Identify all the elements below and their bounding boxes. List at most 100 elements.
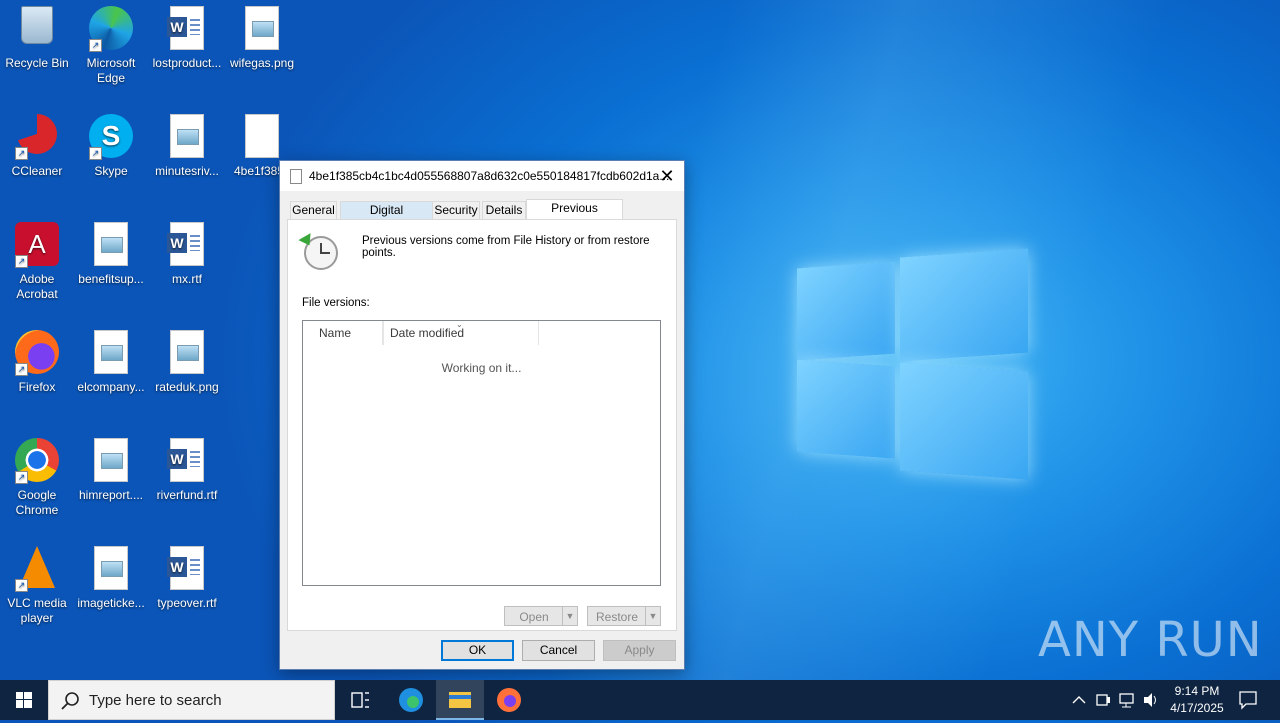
taskbar-search-box[interactable]: Type here to search: [48, 680, 335, 720]
edge-icon: [399, 688, 423, 712]
show-hidden-icons-button[interactable]: [1068, 680, 1090, 720]
network-icon: [1119, 693, 1134, 708]
tab-previous-versions[interactable]: Previous Versions: [526, 199, 623, 232]
restore-split-button[interactable]: Restore ▼: [587, 606, 661, 626]
word-doc-icon: [165, 6, 209, 52]
desktop-icon-label: lostproduct...: [152, 56, 222, 70]
desktop-icon-label: Recycle Bin: [5, 56, 69, 70]
desktop-icon-riverfund[interactable]: riverfund.rtf: [149, 432, 225, 503]
image-file-icon: [165, 114, 209, 160]
start-button[interactable]: [0, 680, 48, 720]
chevron-up-icon: [1072, 696, 1086, 704]
column-header-name[interactable]: Name: [313, 321, 383, 345]
task-view-button[interactable]: [336, 680, 384, 720]
desktop-icon-elcompany[interactable]: elcompany...: [73, 324, 149, 395]
desktop-icon-label: typeover.rtf: [157, 596, 217, 610]
anyrun-watermark: ANY RUN: [1038, 612, 1263, 668]
chevron-down-icon[interactable]: ▼: [645, 607, 660, 625]
windows-start-icon: [16, 692, 32, 708]
desktop-icon-skype[interactable]: S ↗ Skype: [73, 108, 149, 179]
desktop-icon-label: Firefox: [18, 380, 56, 394]
loading-status: Working on it...: [441, 361, 522, 375]
desktop-icon-minutesriv[interactable]: minutesriv...: [149, 108, 225, 179]
task-view-icon: [351, 692, 369, 708]
open-split-button[interactable]: Open ▼: [504, 606, 578, 626]
desktop-icon-mx-rtf[interactable]: mx.rtf: [149, 216, 225, 287]
desktop-icon-label: riverfund.rtf: [156, 488, 218, 502]
meet-now-button[interactable]: [1092, 680, 1114, 720]
chevron-down-icon[interactable]: ▼: [562, 607, 577, 625]
taskbar-firefox-button[interactable]: [485, 680, 533, 720]
volume-button[interactable]: [1140, 680, 1162, 720]
file-versions-label: File versions:: [302, 297, 370, 309]
desktop-icon-label: mx.rtf: [172, 272, 202, 286]
taskbar-file-explorer-button[interactable]: [436, 680, 484, 720]
desktop-icon-label: himreport....: [78, 488, 144, 502]
ok-button[interactable]: OK: [441, 640, 514, 661]
word-doc-icon: [165, 222, 209, 268]
ccleaner-icon: ↗: [15, 114, 59, 160]
cancel-button[interactable]: Cancel: [522, 640, 595, 661]
image-file-icon: [240, 6, 284, 52]
image-file-icon: [165, 330, 209, 376]
desktop-icon-label: CCleaner: [11, 164, 63, 178]
network-button[interactable]: [1116, 680, 1138, 720]
dialog-title: 4be1f385cb4c1bc4d055568807a8d632c0e55018…: [309, 169, 670, 183]
windows-wallpaper-logo: [797, 243, 1029, 480]
desktop-icon-rateduk[interactable]: rateduk.png: [149, 324, 225, 395]
desktop-icon-label: imageticke...: [77, 596, 145, 610]
image-file-icon: [89, 330, 133, 376]
taskbar: Type here to search 9:14 PM 4/17/2025: [0, 680, 1280, 720]
tab-digital-signatures[interactable]: Digital Signatures: [340, 201, 433, 234]
desktop-icon-label: rateduk.png: [155, 380, 219, 394]
desktop-icon-label: benefitsup...: [78, 272, 144, 286]
desktop-icon-himreport[interactable]: himreport....: [73, 432, 149, 503]
taskbar-clock[interactable]: 9:14 PM 4/17/2025: [1160, 683, 1234, 717]
desktop-icon-recycle-bin[interactable]: Recycle Bin: [0, 0, 75, 71]
desktop-icon-label: elcompany...: [77, 380, 145, 394]
desktop-icon-typeover[interactable]: typeover.rtf: [149, 540, 225, 611]
recycle-bin-icon: [15, 6, 59, 52]
folder-icon: [449, 692, 471, 708]
desktop-icon-label: wifegas.png: [229, 56, 295, 70]
desktop-icon-label: Microsoft Edge: [86, 56, 136, 85]
acrobat-icon: A ↗: [15, 222, 59, 268]
sort-arrow-icon: ⌄: [456, 320, 463, 329]
search-placeholder: Type here to search: [89, 692, 222, 709]
desktop-icon-google-chrome[interactable]: ↗ Google Chrome: [0, 432, 75, 518]
desktop-icon-benefitsup[interactable]: benefitsup...: [73, 216, 149, 287]
firefox-icon: ↗: [15, 330, 59, 376]
desktop-icon-lostproduct[interactable]: lostproduct...: [149, 0, 225, 71]
desktop-icon-ccleaner[interactable]: ↗ CCleaner: [0, 108, 75, 179]
info-text: Previous versions come from File History…: [362, 235, 650, 259]
close-icon[interactable]: ✕: [656, 165, 678, 187]
blank-file-icon: [240, 114, 284, 160]
desktop-icon-firefox[interactable]: ↗ Firefox: [0, 324, 75, 395]
dialog-titlebar[interactable]: 4be1f385cb4c1bc4d055568807a8d632c0e55018…: [280, 161, 684, 191]
file-properties-dialog: 4be1f385cb4c1bc4d055568807a8d632c0e55018…: [279, 160, 685, 670]
desktop-icon-vlc[interactable]: ↗ VLC media player: [0, 540, 75, 626]
image-file-icon: [89, 222, 133, 268]
search-icon: [61, 692, 79, 710]
taskbar-edge-button[interactable]: [387, 680, 435, 720]
notification-icon: [1239, 691, 1257, 710]
tab-security[interactable]: Security: [432, 201, 480, 220]
apply-button[interactable]: Apply: [603, 640, 676, 661]
previous-versions-panel: Previous versions come from File History…: [287, 219, 677, 631]
clock-time: 9:14 PM: [1174, 684, 1220, 698]
desktop-icon-imageticke[interactable]: imageticke...: [73, 540, 149, 611]
edge-icon: ↗: [89, 6, 133, 52]
chrome-icon: ↗: [15, 438, 59, 484]
tab-general[interactable]: General: [290, 201, 337, 220]
tab-details[interactable]: Details: [482, 201, 526, 220]
desktop-icon-microsoft-edge[interactable]: ↗ Microsoft Edge: [73, 0, 149, 86]
image-file-icon: [89, 546, 133, 592]
file-versions-list[interactable]: Name Date modified ⌄ Working on it...: [302, 320, 661, 586]
meet-now-icon: [1096, 694, 1110, 706]
desktop-icon-wifegas[interactable]: wifegas.png: [224, 0, 300, 71]
action-center-button[interactable]: [1236, 680, 1260, 720]
desktop-icon-label: Adobe Acrobat: [16, 272, 58, 301]
desktop-icon-adobe-acrobat[interactable]: A ↗ Adobe Acrobat: [0, 216, 75, 302]
image-file-icon: [89, 438, 133, 484]
open-button-label: Open: [519, 610, 549, 624]
